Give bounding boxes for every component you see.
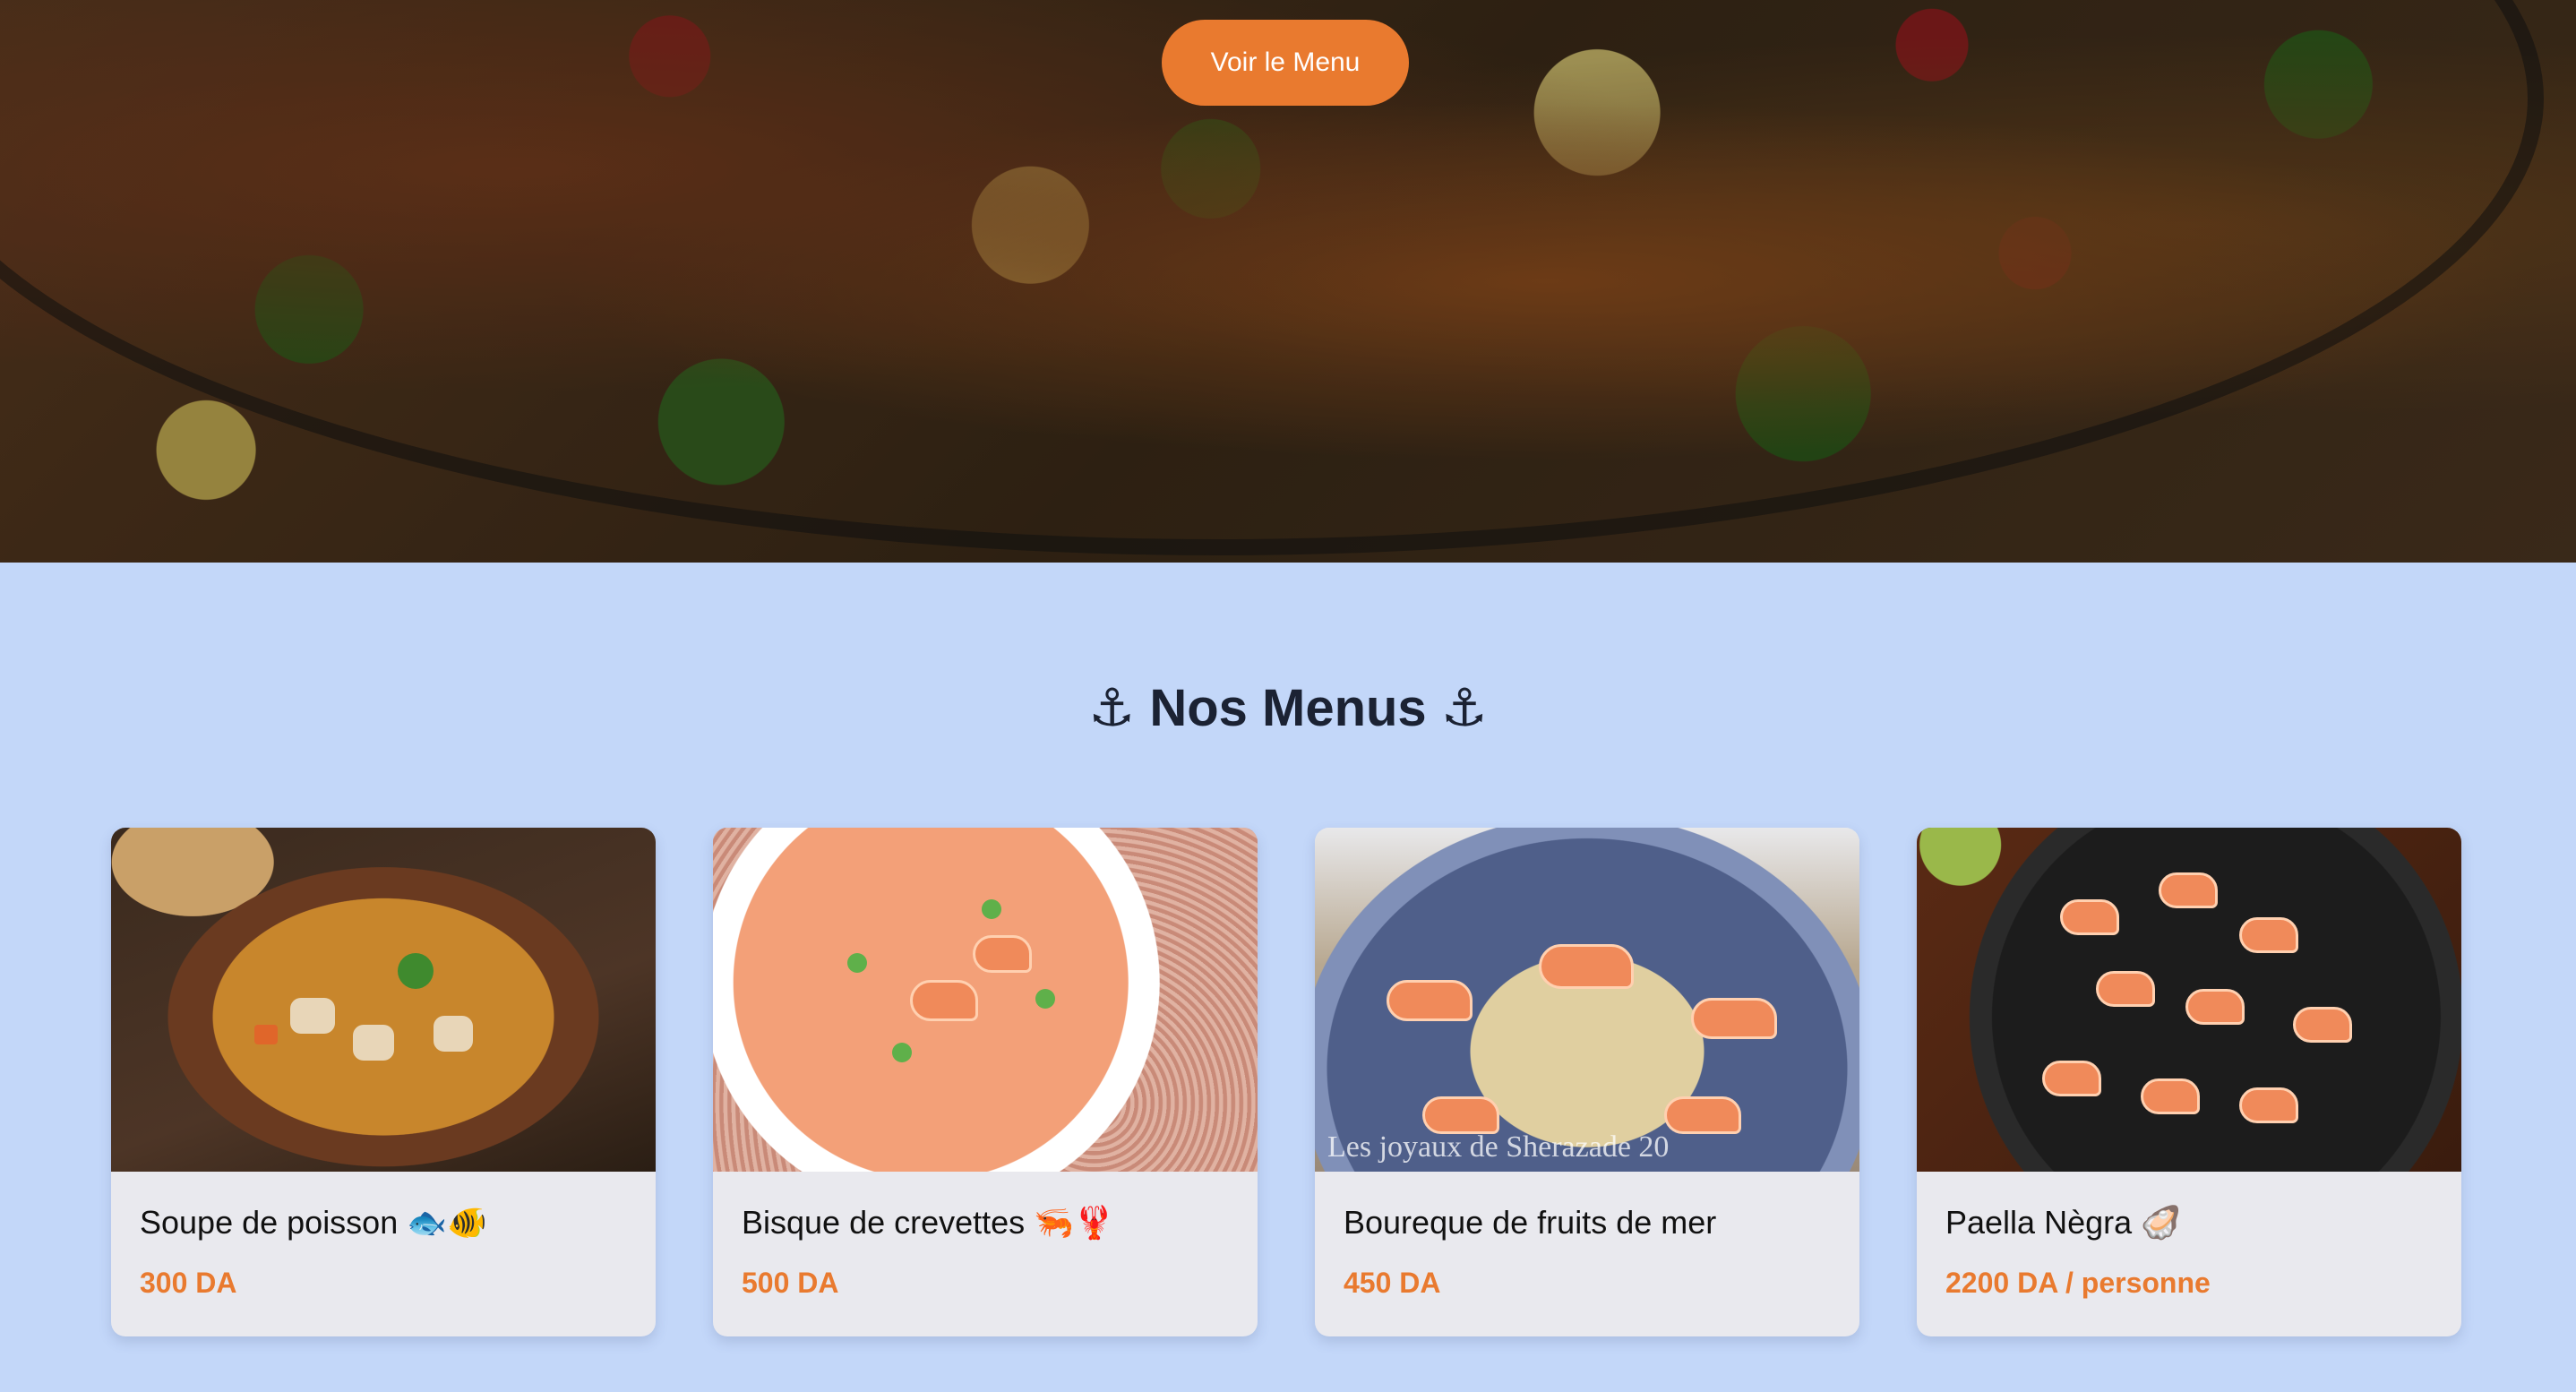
- menu-item-price: 500 DA: [742, 1267, 839, 1299]
- soupe-image: [111, 828, 656, 1172]
- menu-item-price: 450 DA: [1344, 1267, 1441, 1299]
- menu-item-name: Bisque de crevettes 🦐🦞: [742, 1204, 1114, 1241]
- hero-banner: Voir le Menu: [0, 0, 2576, 563]
- menu-card-soupe[interactable]: Soupe de poisson 🐟🐠 300 DA: [111, 828, 656, 1336]
- menu-item-name: Boureque de fruits de mer: [1344, 1204, 1717, 1241]
- image-watermark: Les joyaux de Sherazade 20: [1327, 1130, 1670, 1164]
- menu-card-bisque[interactable]: Bisque de crevettes 🦐🦞 500 DA: [713, 828, 1258, 1336]
- menu-item-price: 300 DA: [140, 1267, 237, 1299]
- boureque-image: Les joyaux de Sherazade 20: [1315, 828, 1859, 1172]
- menu-item-name: Paella Nègra 🦪: [1945, 1204, 2181, 1241]
- menu-card-paella[interactable]: Paella Nègra 🦪 2200 DA / personne: [1917, 828, 2461, 1336]
- menu-card-boureque[interactable]: Les joyaux de Sherazade 20 Boureque de f…: [1315, 828, 1859, 1336]
- bisque-image: [713, 828, 1258, 1172]
- menus-title: ⚓ Nos Menus ⚓: [1088, 679, 1488, 737]
- menus-section: ⚓ Nos Menus ⚓ Soupe de poisson 🐟🐠 300 DA…: [0, 563, 2576, 1392]
- paella-image: [1917, 828, 2461, 1172]
- view-menu-button[interactable]: Voir le Menu: [1162, 20, 1409, 106]
- menu-item-name: Soupe de poisson 🐟🐠: [140, 1204, 487, 1241]
- menu-item-price: 2200 DA / personne: [1945, 1267, 2211, 1299]
